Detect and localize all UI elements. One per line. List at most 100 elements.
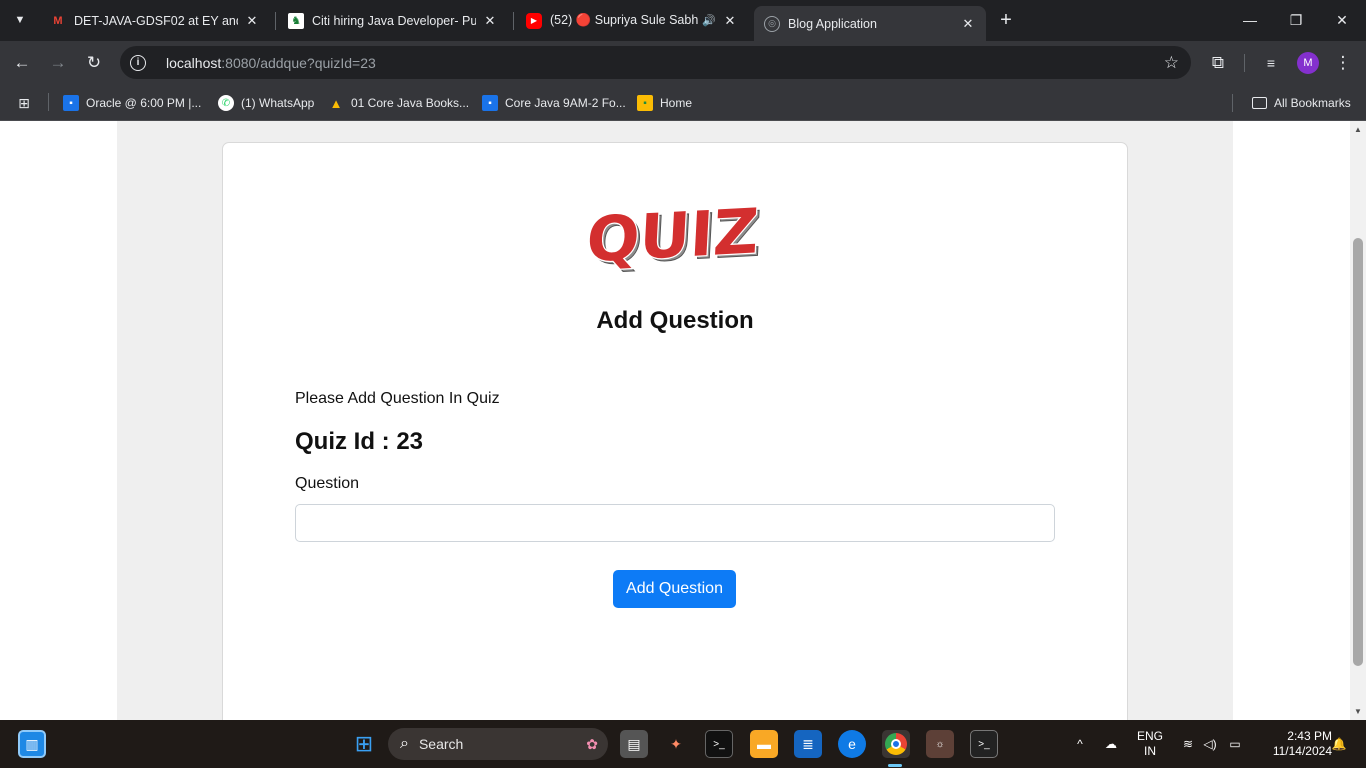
restore-icon[interactable]: ❐ (1284, 8, 1308, 32)
tab-title: DET-JAVA-GDSF02 at EY and 9 m (74, 13, 238, 28)
bookmark-star-icon[interactable]: ☆ (1164, 53, 1179, 73)
edge-icon[interactable]: e (838, 730, 866, 758)
tab-divider (513, 12, 514, 30)
close-tab-icon[interactable]: ✕ (960, 16, 976, 32)
whatsapp-icon: ✆ (218, 95, 234, 111)
minimize-icon[interactable]: — (1238, 8, 1262, 32)
volume-icon[interactable]: ◁) (1200, 720, 1220, 768)
search-icon: ⌕ (400, 735, 409, 752)
reload-icon[interactable]: ↻ (82, 51, 106, 75)
bookmark-core-java-9am[interactable]: ▪ Core Java 9AM-2 Fo... (482, 93, 626, 113)
drive-icon: ▲ (329, 95, 343, 111)
widgets-icon[interactable]: ▥ (18, 730, 46, 758)
site-info-icon[interactable]: i (130, 54, 146, 71)
back-arrow-icon[interactable]: ← (10, 51, 34, 75)
quiz-logo: QUIZ! QUIZ! (588, 198, 763, 273)
tab-gmail[interactable]: M DET-JAVA-GDSF02 at EY and 9 m ✕ (40, 6, 270, 35)
url-path: :8080/addque?quizId=23 (221, 54, 376, 71)
address-bar[interactable]: i localhost:8080/addque?quizId=23 ☆ (120, 46, 1191, 79)
bookmark-home[interactable]: ▪ Home (637, 93, 692, 113)
scroll-down-arrow-icon[interactable]: ▼ (1354, 707, 1362, 716)
chrome-active-indicator (888, 764, 902, 767)
language-indicator[interactable]: ENG IN (1134, 729, 1166, 759)
add-question-button[interactable]: Add Question (613, 570, 736, 608)
bookmark-core-java-books[interactable]: ▲ 01 Core Java Books... (328, 93, 470, 113)
system-clock[interactable]: 2:43 PM 11/14/2024 (1252, 729, 1332, 759)
tab-strip: ▼ M DET-JAVA-GDSF02 at EY and 9 m ✕ ♞ Ci… (0, 0, 1366, 41)
eclipse-ide-icon[interactable]: ☼ (926, 730, 954, 758)
copilot-icon[interactable]: ✦ (662, 730, 690, 758)
notepad-icon[interactable]: ≣ (794, 730, 822, 758)
terminal-app-icon[interactable]: >_ (705, 730, 733, 758)
scroll-up-arrow-icon[interactable]: ▲ (1354, 125, 1362, 134)
media-control-icon[interactable]: ≡ (1259, 51, 1283, 75)
bookmarks-bar: ⊞ ▪ Oracle @ 6:00 PM |... ✆ (1) WhatsApp… (0, 85, 1366, 121)
close-window-icon[interactable]: ✕ (1330, 8, 1354, 32)
bookmark-label: Home (660, 96, 693, 110)
globe-icon: ◎ (764, 15, 780, 32)
menu-kebab-icon[interactable]: ⋮ (1331, 51, 1355, 75)
forward-arrow-icon[interactable]: → (46, 51, 70, 75)
instruction-text: Please Add Question In Quiz (295, 390, 500, 407)
show-hidden-icons-chevron-icon[interactable]: ^ (1070, 720, 1090, 768)
toolbar-divider (1244, 54, 1245, 72)
windows-start-icon[interactable]: ⊞ (350, 730, 378, 758)
language-code: ENG (1136, 729, 1163, 743)
bookmarks-apps-divider (48, 93, 49, 111)
tab-youtube[interactable]: ▶ (52) 🔴 Supriya Sule Sabha 🔊 ✕ (516, 6, 748, 35)
windows-taskbar: ▥ ⊞ ⌕ Search ✿ ▤ ✦ >_ ▬ ≣ e ☼ >_ ^ ☁ ENG… (0, 720, 1366, 768)
task-view-icon[interactable]: ▤ (620, 730, 648, 758)
page-title: Add Question (596, 307, 754, 334)
bookmark-label: 01 Core Java Books... (351, 96, 470, 110)
command-prompt-icon[interactable]: >_ (970, 730, 998, 758)
url-text[interactable]: localhost:8080/addque?quizId=23 (166, 55, 376, 71)
add-question-card: QUIZ! QUIZ! Add Question Please Add Ques… (222, 142, 1128, 720)
question-label: Question (295, 475, 360, 492)
clock-time: 2:43 PM (1287, 729, 1332, 743)
tab-divider (275, 12, 276, 30)
tab-title: Citi hiring Java Developer- Pune (312, 13, 476, 28)
onedrive-icon[interactable]: ☁ (1100, 720, 1122, 768)
tab-title: (52) 🔴 Supriya Sule Sabha (550, 13, 699, 27)
extensions-puzzle-icon[interactable]: ⧉ (1206, 51, 1230, 75)
gmail-icon: M (53, 14, 63, 27)
tab-blog-application[interactable]: ◎ Blog Application ✕ (754, 6, 986, 41)
question-input[interactable] (295, 504, 1055, 542)
search-placeholder: Search (418, 736, 464, 752)
youtube-icon: ▶ (526, 12, 542, 29)
battery-icon[interactable]: ▭ (1224, 720, 1246, 768)
page-scrollbar[interactable]: ▲ ▼ (1350, 121, 1366, 720)
url-host: localhost (166, 54, 222, 71)
bookmark-oracle[interactable]: ▪ Oracle @ 6:00 PM |... (63, 93, 201, 113)
clock-date: 11/14/2024 (1272, 744, 1332, 758)
region-code: IN (1144, 744, 1156, 758)
naukri-icon: ♞ (288, 12, 304, 29)
classroom-icon: ▪ (63, 95, 79, 111)
bookmarks-divider (1232, 94, 1233, 112)
profile-avatar[interactable]: M (1297, 52, 1319, 74)
tab-search-chevron-icon[interactable]: ▼ (8, 8, 32, 32)
new-tab-plus-icon[interactable]: + (995, 9, 1017, 31)
file-explorer-icon[interactable]: ▬ (750, 730, 778, 758)
page-viewport: QUIZ! QUIZ! Add Question Please Add Ques… (0, 121, 1350, 720)
wifi-icon[interactable]: ≋ (1178, 720, 1198, 768)
chrome-icon[interactable] (882, 730, 910, 758)
close-tab-icon[interactable]: ✕ (482, 13, 498, 29)
bookmark-whatsapp[interactable]: ✆ (1) WhatsApp (218, 93, 314, 113)
svg-text:QUIZ!: QUIZ! (588, 198, 763, 273)
browser-toolbar: ← → ↻ i localhost:8080/addque?quizId=23 … (0, 41, 1366, 85)
quiz-id-label: Quiz Id : 23 (295, 428, 424, 455)
scrollbar-thumb[interactable] (1353, 238, 1363, 666)
close-tab-icon[interactable]: ✕ (244, 13, 260, 29)
audio-playing-icon[interactable]: 🔊 (702, 14, 716, 27)
classroom-icon: ▪ (637, 95, 653, 111)
folder-icon (1252, 97, 1267, 109)
apps-grid-icon[interactable]: ⊞ (16, 93, 32, 113)
classroom-icon: ▪ (482, 95, 498, 111)
bookmark-label: Oracle @ 6:00 PM |... (86, 96, 202, 110)
close-tab-icon[interactable]: ✕ (722, 13, 738, 29)
notification-bell-icon[interactable]: 🔔 (1330, 720, 1348, 768)
all-bookmarks[interactable]: All Bookmarks (1252, 93, 1351, 113)
tab-citi[interactable]: ♞ Citi hiring Java Developer- Pune ✕ (278, 6, 508, 35)
taskbar-search[interactable]: ⌕ Search ✿ (388, 728, 608, 760)
